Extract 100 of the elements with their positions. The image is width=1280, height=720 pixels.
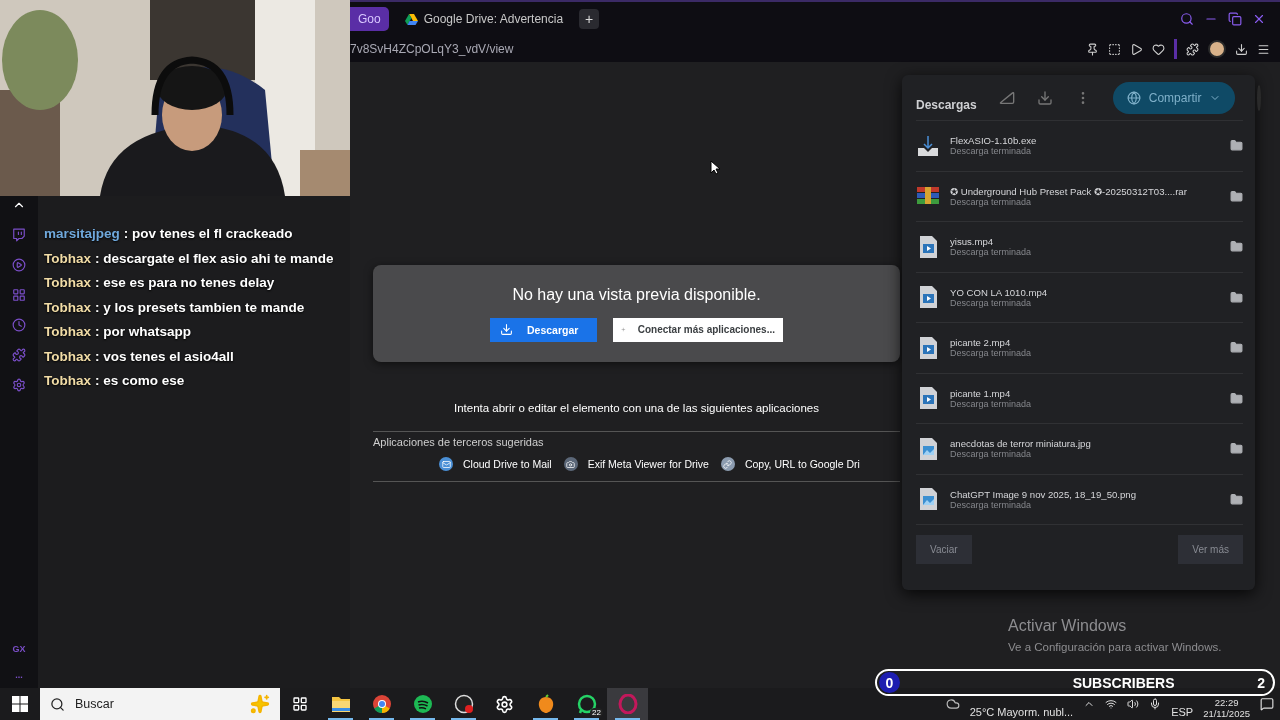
app-link[interactable]: Exif Meta Viewer for Drive (563, 457, 709, 471)
sparkles-icon (250, 694, 270, 714)
folder-icon[interactable] (1230, 290, 1243, 304)
connect-apps-button[interactable]: Conectar más aplicaciones... (613, 317, 783, 342)
network-icon[interactable] (1105, 698, 1118, 710)
weather-text[interactable]: 25°C Mayorm. nubl... (969, 706, 1074, 718)
folder-icon[interactable] (1230, 139, 1243, 153)
file-name[interactable]: ChatGPT Image 9 nov 2025, 18_19_50.png (950, 488, 1220, 500)
grid-icon[interactable] (12, 288, 26, 302)
file-name[interactable]: ✪ Underground Hub Preset Pack ✪-20250312T03....rar (950, 185, 1220, 197)
chat-message: : y los presets tambien te mande (95, 298, 305, 317)
download-status: Descarga terminada (950, 146, 1033, 157)
file-name[interactable]: FlexASIO-1.10b.exe (950, 135, 1220, 147)
globe-icon (1126, 90, 1141, 105)
activation-subtitle: Ve a Configuración para activar Windows. (1008, 641, 1222, 653)
folder-icon (330, 695, 351, 713)
download-status: Descarga terminada (950, 247, 1033, 258)
settings-icon[interactable] (12, 378, 26, 392)
share-button[interactable]: Compartir (1112, 81, 1236, 114)
mail-icon (439, 457, 453, 471)
snapshot-icon[interactable] (1108, 42, 1121, 56)
chat-message: : vos tenes el asio4all (95, 347, 234, 366)
taskbar-app[interactable]: 22 (566, 688, 607, 720)
chat-message: : por whatsapp (95, 323, 191, 341)
pin-icon[interactable] (1086, 42, 1099, 56)
subscriber-goal: 2 (1257, 674, 1265, 691)
browser-tab[interactable]: Goo (350, 7, 389, 31)
folder-icon[interactable] (1230, 189, 1243, 203)
chat-username: Tobhax (44, 323, 91, 341)
panel-title: Descargas (916, 98, 977, 112)
menu-icon[interactable] (1257, 42, 1270, 56)
folder-icon[interactable] (1230, 442, 1243, 456)
folder-icon[interactable] (1230, 391, 1243, 405)
close-icon[interactable] (1252, 12, 1266, 26)
twitch-icon[interactable] (12, 228, 26, 242)
browser-tab[interactable]: Google Drive: Advertencia (396, 7, 572, 31)
chat-username: Tobhax (44, 372, 91, 390)
see-more-button[interactable]: Ver más (1178, 535, 1243, 564)
address-bar[interactable]: 7v8SvH4ZCpOLqY3_vdV/view (350, 42, 514, 56)
chat-username: Tobhax (44, 249, 91, 268)
clear-button[interactable]: Vaciar (916, 535, 972, 564)
sidebar-logo: GX (12, 644, 26, 654)
app-link[interactable]: Copy, URL to Google Dri (720, 457, 860, 471)
play-circle-icon[interactable] (12, 258, 26, 272)
chat-message: : descargate el flex asio ahi te mande (95, 249, 334, 268)
chat-message: : pov tenes el fl crackeado (123, 225, 293, 243)
file-name[interactable]: picante 2.mp4 (950, 337, 1220, 349)
cloud-icon (945, 697, 960, 711)
chat-username: Tobhax (44, 298, 91, 317)
search-icon[interactable] (1180, 12, 1194, 26)
file-name[interactable]: anecdotas de terror miniatura.jpg (950, 438, 1220, 450)
folder-icon[interactable] (1230, 341, 1243, 355)
download-button[interactable]: Descargar (490, 317, 597, 342)
play-icon[interactable] (1130, 42, 1143, 56)
section-title: Aplicaciones de terceros sugeridas (373, 436, 545, 448)
subscriber-count: 0 (879, 672, 900, 693)
new-tab-button[interactable]: + (579, 9, 600, 29)
notifications-icon[interactable] (1260, 697, 1274, 711)
recorder-icon (453, 694, 474, 714)
download-tray-icon (916, 133, 940, 158)
folder-icon[interactable] (1230, 492, 1243, 506)
restore-icon[interactable] (1228, 12, 1242, 26)
download-icon (500, 323, 513, 336)
ring-logo-icon (617, 694, 638, 714)
file-name[interactable]: yisus.mp4 (950, 236, 1220, 248)
subscriber-label: SUBSCRIBERS (1071, 674, 1176, 691)
chat-username: marsitajpeg (44, 225, 120, 243)
volume-icon[interactable] (1127, 698, 1140, 710)
heart-icon[interactable] (1152, 42, 1165, 56)
language-indicator[interactable]: ESP (1171, 706, 1194, 718)
app-link[interactable]: Cloud Drive to Mail (439, 457, 552, 471)
download-icon[interactable] (1235, 42, 1248, 56)
clock-icon[interactable] (12, 318, 26, 332)
file-name[interactable]: YO CON LA 1010.mp4 (950, 286, 1220, 298)
profile-avatar[interactable] (1208, 40, 1226, 58)
mouse-cursor-icon (710, 160, 720, 175)
download-status: Descarga terminada (950, 499, 1033, 510)
chat-message: : es como ese (95, 372, 185, 390)
search-field[interactable]: Buscar (40, 688, 280, 720)
clock[interactable]: 22:29 21/11/2025 (1203, 697, 1250, 719)
settings-icon (495, 694, 514, 714)
download-status: Descarga terminada (950, 196, 1033, 207)
chat-message: : ese es para no tenes delay (95, 274, 275, 292)
camera-icon (563, 457, 578, 471)
download-status: Descarga terminada (950, 449, 1033, 460)
windows-logo-icon (12, 696, 28, 712)
file-name[interactable]: picante 1.mp4 (950, 387, 1220, 399)
chat-username: Tobhax (44, 274, 91, 292)
notification-badge: 22 (590, 708, 603, 717)
download-status: Descarga terminada (950, 348, 1033, 359)
search-icon (50, 696, 65, 712)
browser-logo-icon (371, 694, 392, 714)
download-status: Descarga terminada (950, 297, 1032, 308)
folder-icon[interactable] (1230, 240, 1243, 254)
microphone-icon[interactable] (1149, 698, 1162, 710)
hint-text: Intenta abrir o editar el elemento con una de las siguientes aplicaciones (452, 402, 820, 414)
music-app-icon (412, 694, 433, 714)
activation-title: Activar Windows (1008, 617, 1128, 635)
download-status: Descarga terminada (950, 398, 1033, 409)
chat-username: Tobhax (44, 347, 91, 366)
